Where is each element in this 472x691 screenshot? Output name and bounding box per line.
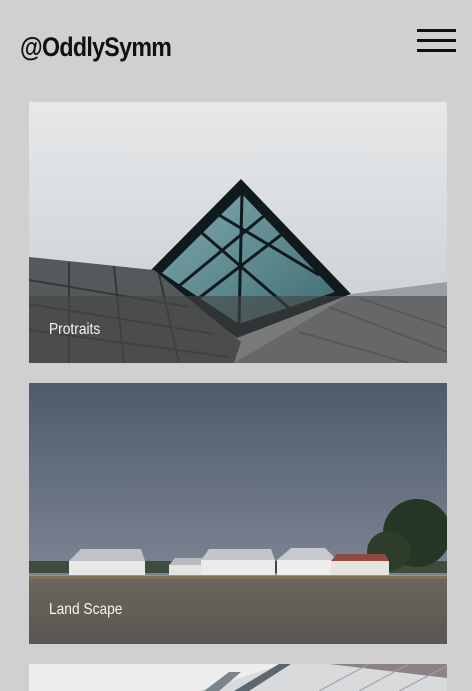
card-label: Protraits: [49, 321, 101, 338]
caption-overlay: Land Scape: [29, 576, 447, 644]
gallery-card-landscape[interactable]: Land Scape: [29, 383, 447, 644]
architecture-partial-photo: [29, 664, 447, 691]
menu-icon-bar-middle: [417, 39, 456, 42]
card-label: Land Scape: [49, 601, 123, 618]
menu-icon-bar-bottom: [417, 49, 456, 52]
site-brand[interactable]: @OddlySymm: [20, 30, 172, 64]
caption-overlay: Protraits: [29, 296, 447, 363]
gallery-card-portraits[interactable]: Protraits: [29, 102, 447, 363]
gallery-card-third[interactable]: [29, 664, 447, 691]
menu-icon-bar-top: [417, 29, 456, 32]
hamburger-menu-button[interactable]: [417, 28, 456, 54]
